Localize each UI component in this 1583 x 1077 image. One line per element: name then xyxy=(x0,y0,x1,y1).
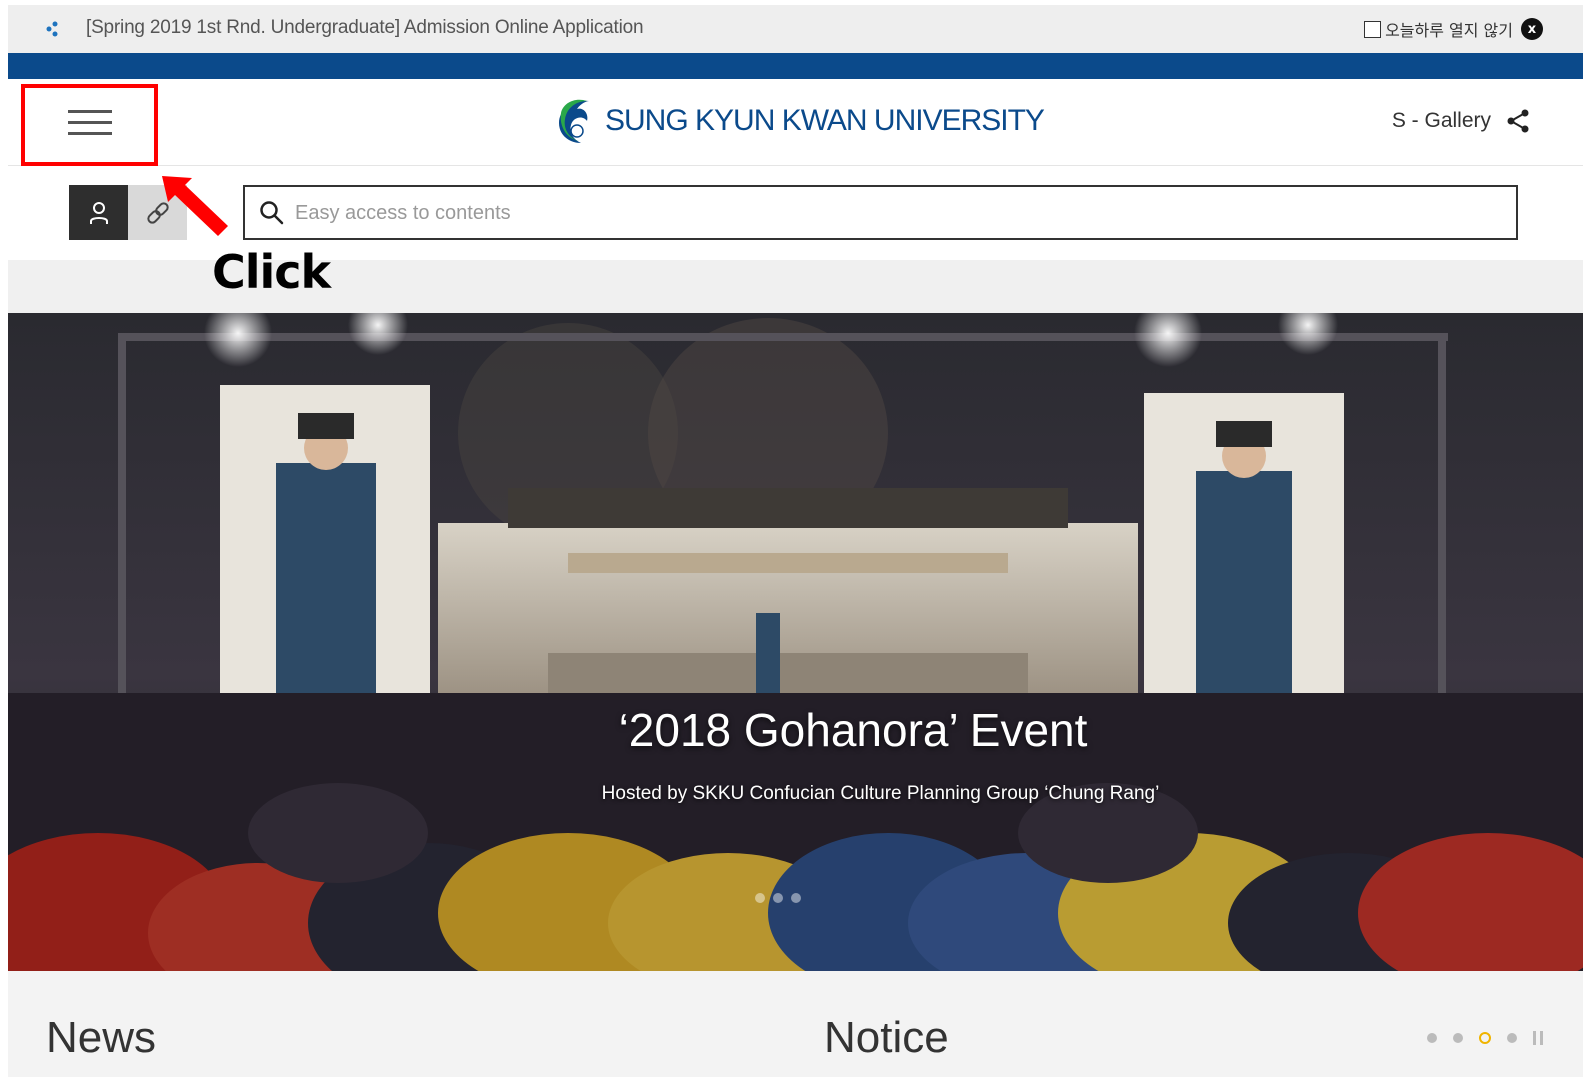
news-notice-section: News Notice xyxy=(8,971,1583,1077)
user-button[interactable] xyxy=(69,185,128,240)
pager-dot-active[interactable] xyxy=(1479,1032,1491,1044)
click-annotation-label: Click xyxy=(212,245,331,299)
click-highlight-box xyxy=(21,84,158,166)
dont-open-today-group: 오늘하루 열지 않기 x xyxy=(1364,17,1543,41)
notice-link[interactable]: [Spring 2019 1st Rnd. Undergraduate] Adm… xyxy=(86,17,644,39)
hero-pager-dot[interactable] xyxy=(755,893,765,903)
s-gallery-link[interactable]: S - Gallery xyxy=(1392,108,1531,134)
bullet-icon xyxy=(46,21,58,37)
header: SUNG KYUN KWAN UNIVERSITY S - Gallery xyxy=(8,79,1583,166)
hero-image xyxy=(8,313,1583,971)
notice-bar: [Spring 2019 1st Rnd. Undergraduate] Adm… xyxy=(8,5,1583,53)
notice-heading: Notice xyxy=(824,1013,949,1062)
hero-pager-dot[interactable] xyxy=(773,893,783,903)
logo-emblem-icon xyxy=(559,99,589,143)
dont-open-today-label[interactable]: 오늘하루 열지 않기 xyxy=(1385,17,1513,41)
hero-subtitle: Hosted by SKKU Confucian Culture Plannin… xyxy=(601,783,1160,804)
search-icon[interactable] xyxy=(259,200,285,226)
search-input[interactable] xyxy=(295,197,1495,229)
hero-pager-dot[interactable] xyxy=(791,893,801,903)
close-icon[interactable]: x xyxy=(1521,18,1543,40)
pager-dot[interactable] xyxy=(1453,1033,1463,1043)
user-icon xyxy=(89,201,108,224)
s-gallery-label: S - Gallery xyxy=(1391,109,1491,132)
pager-dot[interactable] xyxy=(1507,1033,1517,1043)
university-logo[interactable]: SUNG KYUN KWAN UNIVERSITY xyxy=(553,95,1045,147)
pause-icon[interactable] xyxy=(1533,1031,1543,1045)
hero-banner[interactable]: ‘2018 Gohanora’ Event Hosted by SKKU Con… xyxy=(8,313,1583,971)
news-heading: News xyxy=(46,1013,157,1062)
carousel-pager xyxy=(1427,1031,1543,1045)
share-icon[interactable] xyxy=(1505,108,1531,134)
pager-dot[interactable] xyxy=(1427,1033,1437,1043)
logo-text: SUNG KYUN KWAN UNIVERSITY xyxy=(605,104,1045,137)
hero-pager[interactable] xyxy=(755,893,801,903)
brand-bar xyxy=(8,53,1583,79)
dont-open-today-checkbox[interactable] xyxy=(1364,20,1382,38)
hero-title[interactable]: ‘2018 Gohanora’ Event xyxy=(8,703,1583,757)
annotation-arrow-icon xyxy=(162,176,228,236)
search-box[interactable] xyxy=(243,185,1518,240)
